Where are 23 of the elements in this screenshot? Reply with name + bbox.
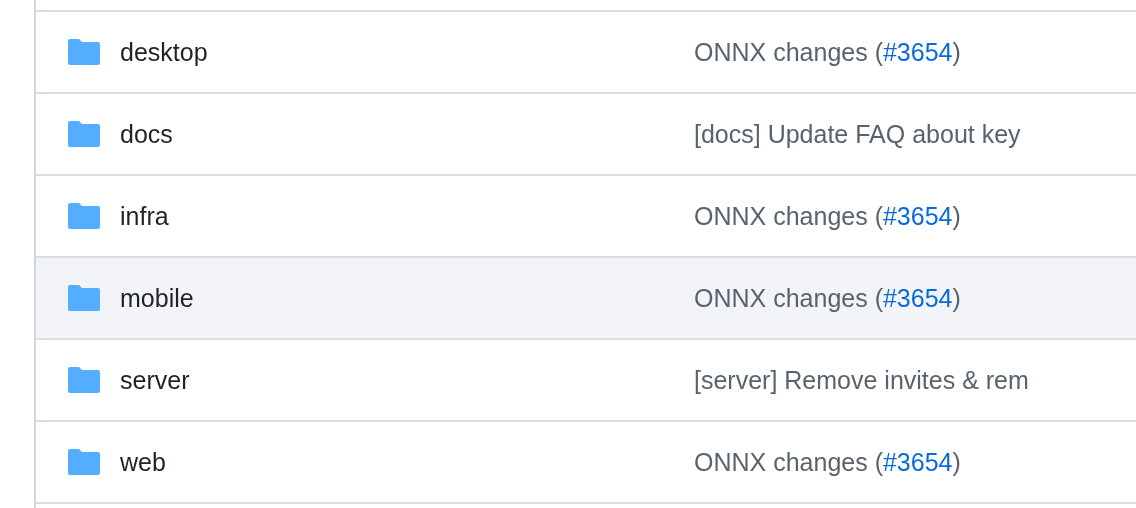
folder-name[interactable]: desktop	[120, 37, 694, 67]
folder-name[interactable]: mobile	[120, 283, 694, 313]
file-row[interactable]: mobile ONNX changes (#3654)	[36, 258, 1136, 340]
pull-request-link[interactable]: #3654	[882, 447, 953, 476]
folder-icon	[68, 39, 100, 65]
folder-icon	[68, 449, 100, 475]
commit-message[interactable]: [server] Remove invites & rem	[694, 365, 1029, 395]
folder-name[interactable]: web	[120, 447, 694, 477]
commit-message[interactable]: ONNX changes (#3654)	[694, 447, 961, 477]
folder-icon	[68, 285, 100, 311]
pull-request-link[interactable]: #3654	[882, 201, 953, 230]
folder-name[interactable]: infra	[120, 201, 694, 231]
folder-icon	[68, 121, 100, 147]
commit-message[interactable]: [docs] Update FAQ about key	[694, 119, 1021, 149]
pull-request-link[interactable]: #3654	[882, 37, 953, 66]
folder-name[interactable]: server	[120, 365, 694, 395]
commit-message[interactable]: ONNX changes (#3654)	[694, 37, 961, 67]
folder-name[interactable]: docs	[120, 119, 694, 149]
pull-request-link[interactable]: #3654	[882, 283, 953, 312]
folder-icon	[68, 367, 100, 393]
commit-message[interactable]: ONNX changes (#3654)	[694, 283, 961, 313]
folder-icon	[68, 203, 100, 229]
commit-message[interactable]: ONNX changes (#3654)	[694, 201, 961, 231]
